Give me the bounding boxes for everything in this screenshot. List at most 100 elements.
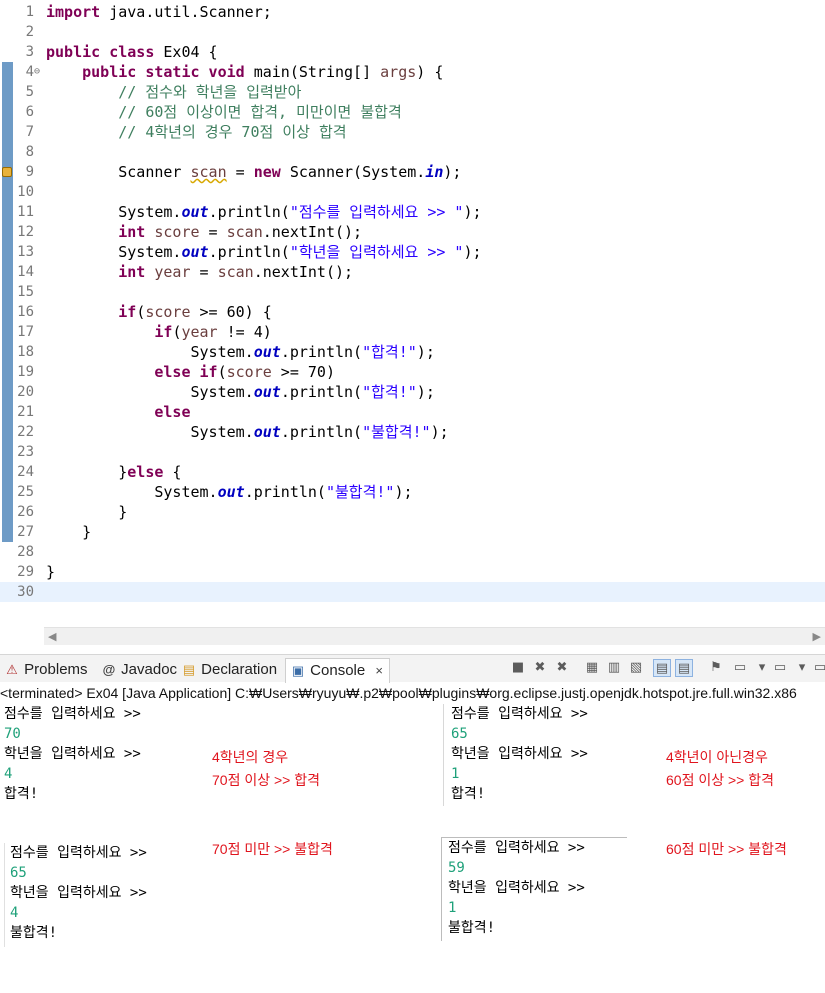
code-line[interactable]: 26 } bbox=[0, 502, 825, 522]
annotation-note: 4학년이 아닌경우 60점 이상 >> 합격 bbox=[666, 749, 774, 788]
line-number: 1 bbox=[25, 4, 34, 20]
code-line[interactable]: 10 bbox=[0, 182, 825, 202]
code-token: = bbox=[226, 163, 254, 181]
code-line[interactable]: 28 bbox=[0, 542, 825, 562]
line-number: 17 bbox=[17, 324, 34, 340]
code-token: ); bbox=[416, 343, 435, 361]
code-token: else if bbox=[154, 363, 218, 381]
show-on-error-icon[interactable]: ▤ bbox=[675, 659, 693, 677]
line-number: 23 bbox=[17, 444, 34, 460]
code-token: score bbox=[145, 303, 191, 321]
line-number: 16 bbox=[17, 304, 34, 320]
code-line[interactable]: 8 bbox=[0, 142, 825, 162]
code-token: else bbox=[154, 403, 191, 421]
code-token: "학년을 입력하세요 >> " bbox=[289, 243, 464, 261]
code-line[interactable]: 11 System.out.println("점수를 입력하세요 >> "); bbox=[0, 202, 825, 222]
code-token: public class bbox=[46, 43, 155, 61]
code-text: System.out.println("학년을 입력하세요 >> "); bbox=[46, 242, 481, 262]
code-editor[interactable]: 1 import java.util.Scanner; 2 3 public class… bbox=[0, 0, 825, 648]
code-text: }else { bbox=[46, 462, 181, 482]
code-line[interactable]: 14 int year = scan.nextInt(); bbox=[0, 262, 825, 282]
line-number: 14 bbox=[17, 264, 34, 280]
code-line[interactable]: 9 Scanner scan = new Scanner(System.in); bbox=[0, 162, 825, 182]
code-line[interactable]: 29} bbox=[0, 562, 825, 582]
line-number: 4 bbox=[25, 64, 34, 80]
code-line[interactable]: 13 System.out.println("학년을 입력하세요 >> "); bbox=[0, 242, 825, 262]
code-line[interactable]: 23 bbox=[0, 442, 825, 462]
display-console-dropdown-icon[interactable]: ▾ bbox=[753, 659, 771, 677]
code-line[interactable]: 20 System.out.println("합격!"); bbox=[0, 382, 825, 402]
console-output-panel[interactable]: 점수를 입력하세요 >> 59 학년을 입력하세요 >> 1 불합격! bbox=[441, 837, 627, 941]
code-line[interactable]: 27 } bbox=[0, 522, 825, 542]
code-line[interactable]: 19 else if(score >= 70) bbox=[0, 362, 825, 382]
code-text: // 점수와 학년을 입력받아 bbox=[46, 82, 301, 102]
console-input-line: 4 bbox=[10, 905, 19, 921]
code-text: } bbox=[46, 502, 127, 522]
code-token: java.util.Scanner; bbox=[100, 3, 272, 21]
display-console-icon[interactable]: ▭ bbox=[731, 659, 749, 677]
code-line[interactable]: 12 int score = scan.nextInt(); bbox=[0, 222, 825, 242]
minimize-icon[interactable]: ▭ bbox=[811, 659, 825, 677]
code-token: scan bbox=[226, 223, 263, 241]
open-console-dropdown-icon[interactable]: ▾ bbox=[793, 659, 811, 677]
code-text: } bbox=[46, 562, 55, 582]
clear-console-icon[interactable]: ▦ bbox=[583, 659, 601, 677]
line-number: 24 bbox=[17, 464, 34, 480]
code-line[interactable]: 17 if(year != 4) bbox=[0, 322, 825, 342]
remove-all-terminated-icon[interactable]: ✖ bbox=[553, 659, 571, 677]
code-text: // 4학년의 경우 70점 이상 합격 bbox=[46, 122, 346, 142]
code-token: System. bbox=[46, 203, 182, 221]
code-token: import bbox=[46, 3, 101, 21]
line-number: 26 bbox=[17, 504, 34, 520]
code-line[interactable]: 21 else bbox=[0, 402, 825, 422]
code-lines[interactable]: 1 import java.util.Scanner; 2 3 public class… bbox=[0, 2, 825, 602]
code-line[interactable]: 15 bbox=[0, 282, 825, 302]
code-text: System.out.println("점수를 입력하세요 >> "); bbox=[46, 202, 481, 222]
code-line[interactable]: 24 }else { bbox=[0, 462, 825, 482]
code-line[interactable]: 7 // 4학년의 경우 70점 이상 합격 bbox=[0, 122, 825, 142]
code-token: public static void bbox=[82, 63, 245, 81]
console-output-line: 점수를 입력하세요 >> bbox=[451, 706, 588, 722]
fold-toggle-icon[interactable]: ⊖ bbox=[34, 62, 44, 82]
code-line[interactable]: 6 // 60점 이상이면 합격, 미만이면 불합격 bbox=[0, 102, 825, 122]
code-text: int score = scan.nextInt(); bbox=[46, 222, 362, 242]
code-line[interactable]: 30 bbox=[0, 582, 825, 602]
code-token: >= 60) { bbox=[190, 303, 272, 321]
code-line[interactable]: 5 // 점수와 학년을 입력받아 bbox=[0, 82, 825, 102]
code-text: else if(score >= 70) bbox=[46, 362, 335, 382]
code-text: } bbox=[46, 522, 91, 542]
code-text: Scanner scan = new Scanner(System.in); bbox=[46, 162, 461, 182]
horizontal-scrollbar[interactable]: ◀ ▶ bbox=[44, 627, 825, 645]
code-token: ); bbox=[430, 423, 449, 441]
code-token: scan bbox=[217, 263, 254, 281]
terminate-icon[interactable]: ■ bbox=[509, 659, 527, 677]
scroll-left-icon[interactable]: ◀ bbox=[48, 630, 56, 643]
code-line[interactable]: 25 System.out.println("불합격!"); bbox=[0, 482, 825, 502]
code-token: System. bbox=[46, 343, 254, 361]
word-wrap-icon[interactable]: ▧ bbox=[627, 659, 645, 677]
code-line[interactable]: 1 import java.util.Scanner; bbox=[0, 2, 825, 22]
scroll-right-icon[interactable]: ▶ bbox=[813, 630, 821, 643]
line-number: 6 bbox=[25, 104, 34, 120]
show-on-output-icon[interactable]: ▤ bbox=[653, 659, 671, 677]
console-output-line: 학년을 입력하세요 >> bbox=[10, 885, 147, 901]
open-console-icon[interactable]: ▭ bbox=[771, 659, 789, 677]
code-text: if(year != 4) bbox=[46, 322, 271, 342]
remove-launch-icon[interactable]: ✖ bbox=[531, 659, 549, 677]
scroll-lock-icon[interactable]: ▥ bbox=[605, 659, 623, 677]
code-line[interactable]: 3 public class Ex04 { bbox=[0, 42, 825, 62]
code-line[interactable]: 16 if(score >= 60) { bbox=[0, 302, 825, 322]
code-line[interactable]: 22 System.out.println("불합격!"); bbox=[0, 422, 825, 442]
code-line[interactable]: 4 ⊖ public static void main(String[] args… bbox=[0, 62, 825, 82]
code-token: >= 70) bbox=[271, 363, 335, 381]
line-number: 3 bbox=[25, 44, 34, 60]
code-line[interactable]: 2 bbox=[0, 22, 825, 42]
code-line[interactable]: 18 System.out.println("합격!"); bbox=[0, 342, 825, 362]
code-text: if(score >= 60) { bbox=[46, 302, 272, 322]
code-token: int bbox=[118, 263, 146, 281]
code-token: score bbox=[226, 363, 272, 381]
pin-console-icon[interactable]: ⚑ bbox=[707, 659, 725, 677]
line-number: 22 bbox=[17, 424, 34, 440]
